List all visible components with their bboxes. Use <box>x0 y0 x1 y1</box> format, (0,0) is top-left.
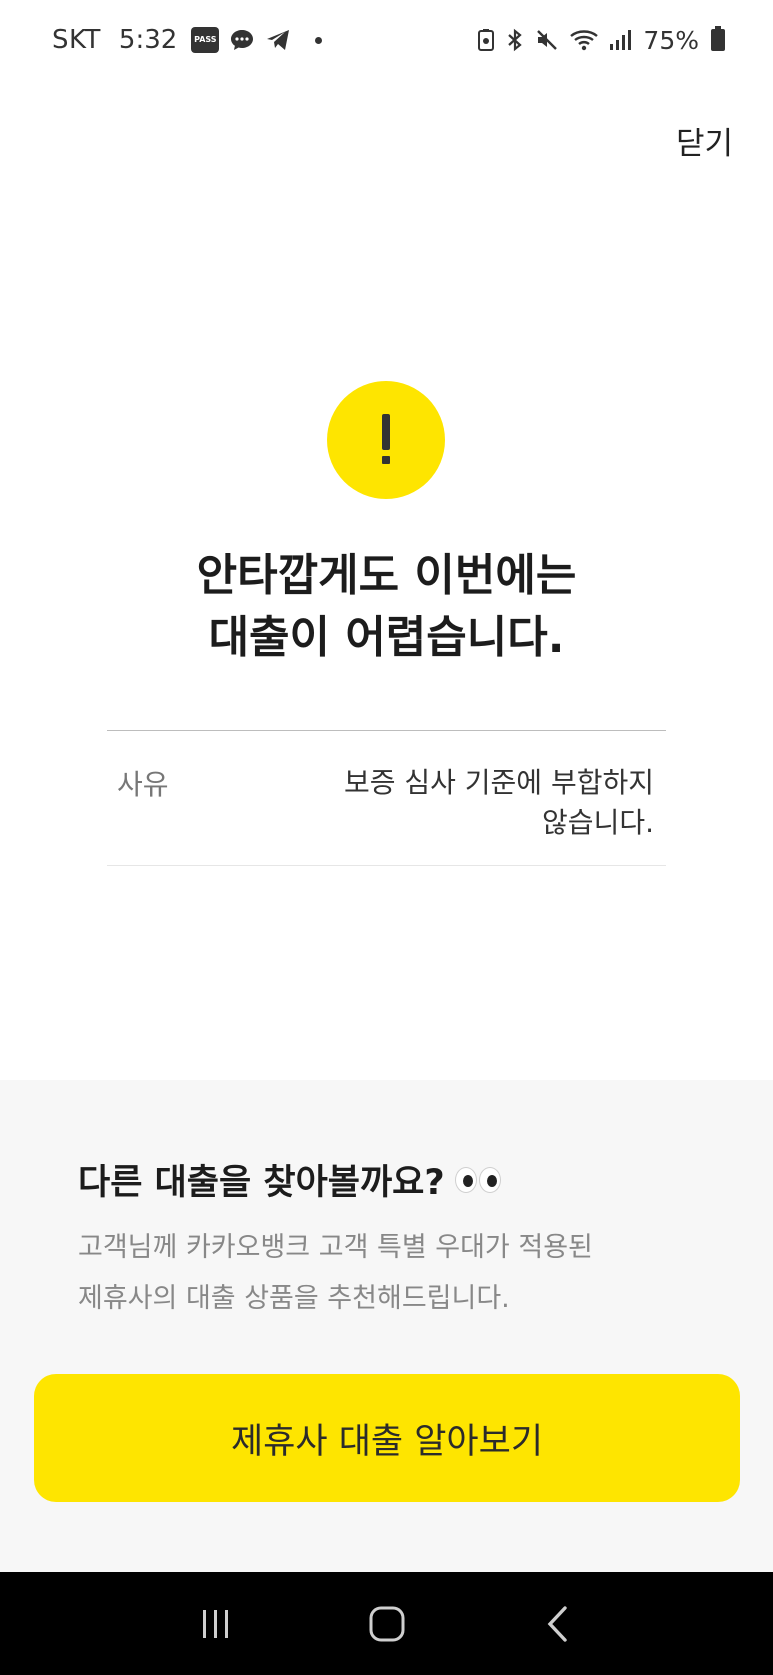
promo-description: 고객님께 카카오뱅크 고객 특별 우대가 적용된 제휴사의 대출 상품을 추천해… <box>78 1222 718 1324</box>
bluetooth-icon <box>505 28 525 52</box>
close-button[interactable]: 닫기 <box>676 118 733 163</box>
recent-apps-icon[interactable] <box>186 1594 246 1654</box>
time-label: 5:32 <box>118 25 178 55</box>
reason-value-line2: 않습니다. <box>542 806 654 839</box>
notification-dot <box>315 36 323 44</box>
partner-loan-button[interactable]: 제휴사 대출 알아보기 <box>34 1374 740 1502</box>
promo-title: 다른 대출을 찾아볼까요? <box>78 1154 501 1205</box>
battery-saver-icon <box>477 28 495 52</box>
status-right: 75% <box>477 26 725 55</box>
promo-section: 다른 대출을 찾아볼까요? 고객님께 카카오뱅크 고객 특별 우대가 적용된 제… <box>0 1080 773 1572</box>
result-title-line2: 대출이 어렵습니다. <box>208 612 565 663</box>
signal-icon <box>609 28 632 52</box>
reason-value: 보증 심사 기준에 부합하지 않습니다. <box>306 731 666 865</box>
eyes-icon <box>454 1166 501 1193</box>
promo-desc-line1: 고객님께 카카오뱅크 고객 특별 우대가 적용된 <box>78 1232 593 1263</box>
pass-icon: PASS <box>191 27 220 53</box>
mute-icon <box>535 28 559 52</box>
back-icon[interactable] <box>528 1594 588 1654</box>
chat-bubble-icon <box>229 28 255 52</box>
exclamation-icon <box>327 381 445 499</box>
eye-right <box>478 1166 501 1193</box>
reason-label: 사유 <box>117 768 169 801</box>
reason-row: 사유 보증 심사 기준에 부합하지 않습니다. <box>107 730 666 866</box>
result-title: 안타깝게도 이번에는 대출이 어렵습니다. <box>0 545 773 669</box>
home-icon[interactable] <box>357 1594 417 1654</box>
navigation-bar <box>0 1572 773 1675</box>
result-title-line1: 안타깝게도 이번에는 <box>196 550 577 601</box>
telegram-icon <box>265 28 291 52</box>
carrier-label: SKT <box>52 25 101 55</box>
wifi-icon <box>569 28 599 52</box>
promo-desc-line2: 제휴사의 대출 상품을 추천해드립니다. <box>78 1283 510 1314</box>
reason-value-line1: 보증 심사 기준에 부합하지 <box>343 766 654 799</box>
status-bar: SKT 5:32 PASS 75% <box>0 0 773 80</box>
promo-title-text: 다른 대출을 찾아볼까요? <box>78 1163 445 1203</box>
eye-left <box>454 1166 477 1193</box>
battery-percent: 75% <box>643 25 699 55</box>
battery-icon <box>711 26 725 51</box>
status-left: SKT 5:32 PASS <box>52 25 323 55</box>
screen: SKT 5:32 PASS 75% 닫기 안타깝게도 이번에는 대출이 어렵습니… <box>0 0 773 1675</box>
